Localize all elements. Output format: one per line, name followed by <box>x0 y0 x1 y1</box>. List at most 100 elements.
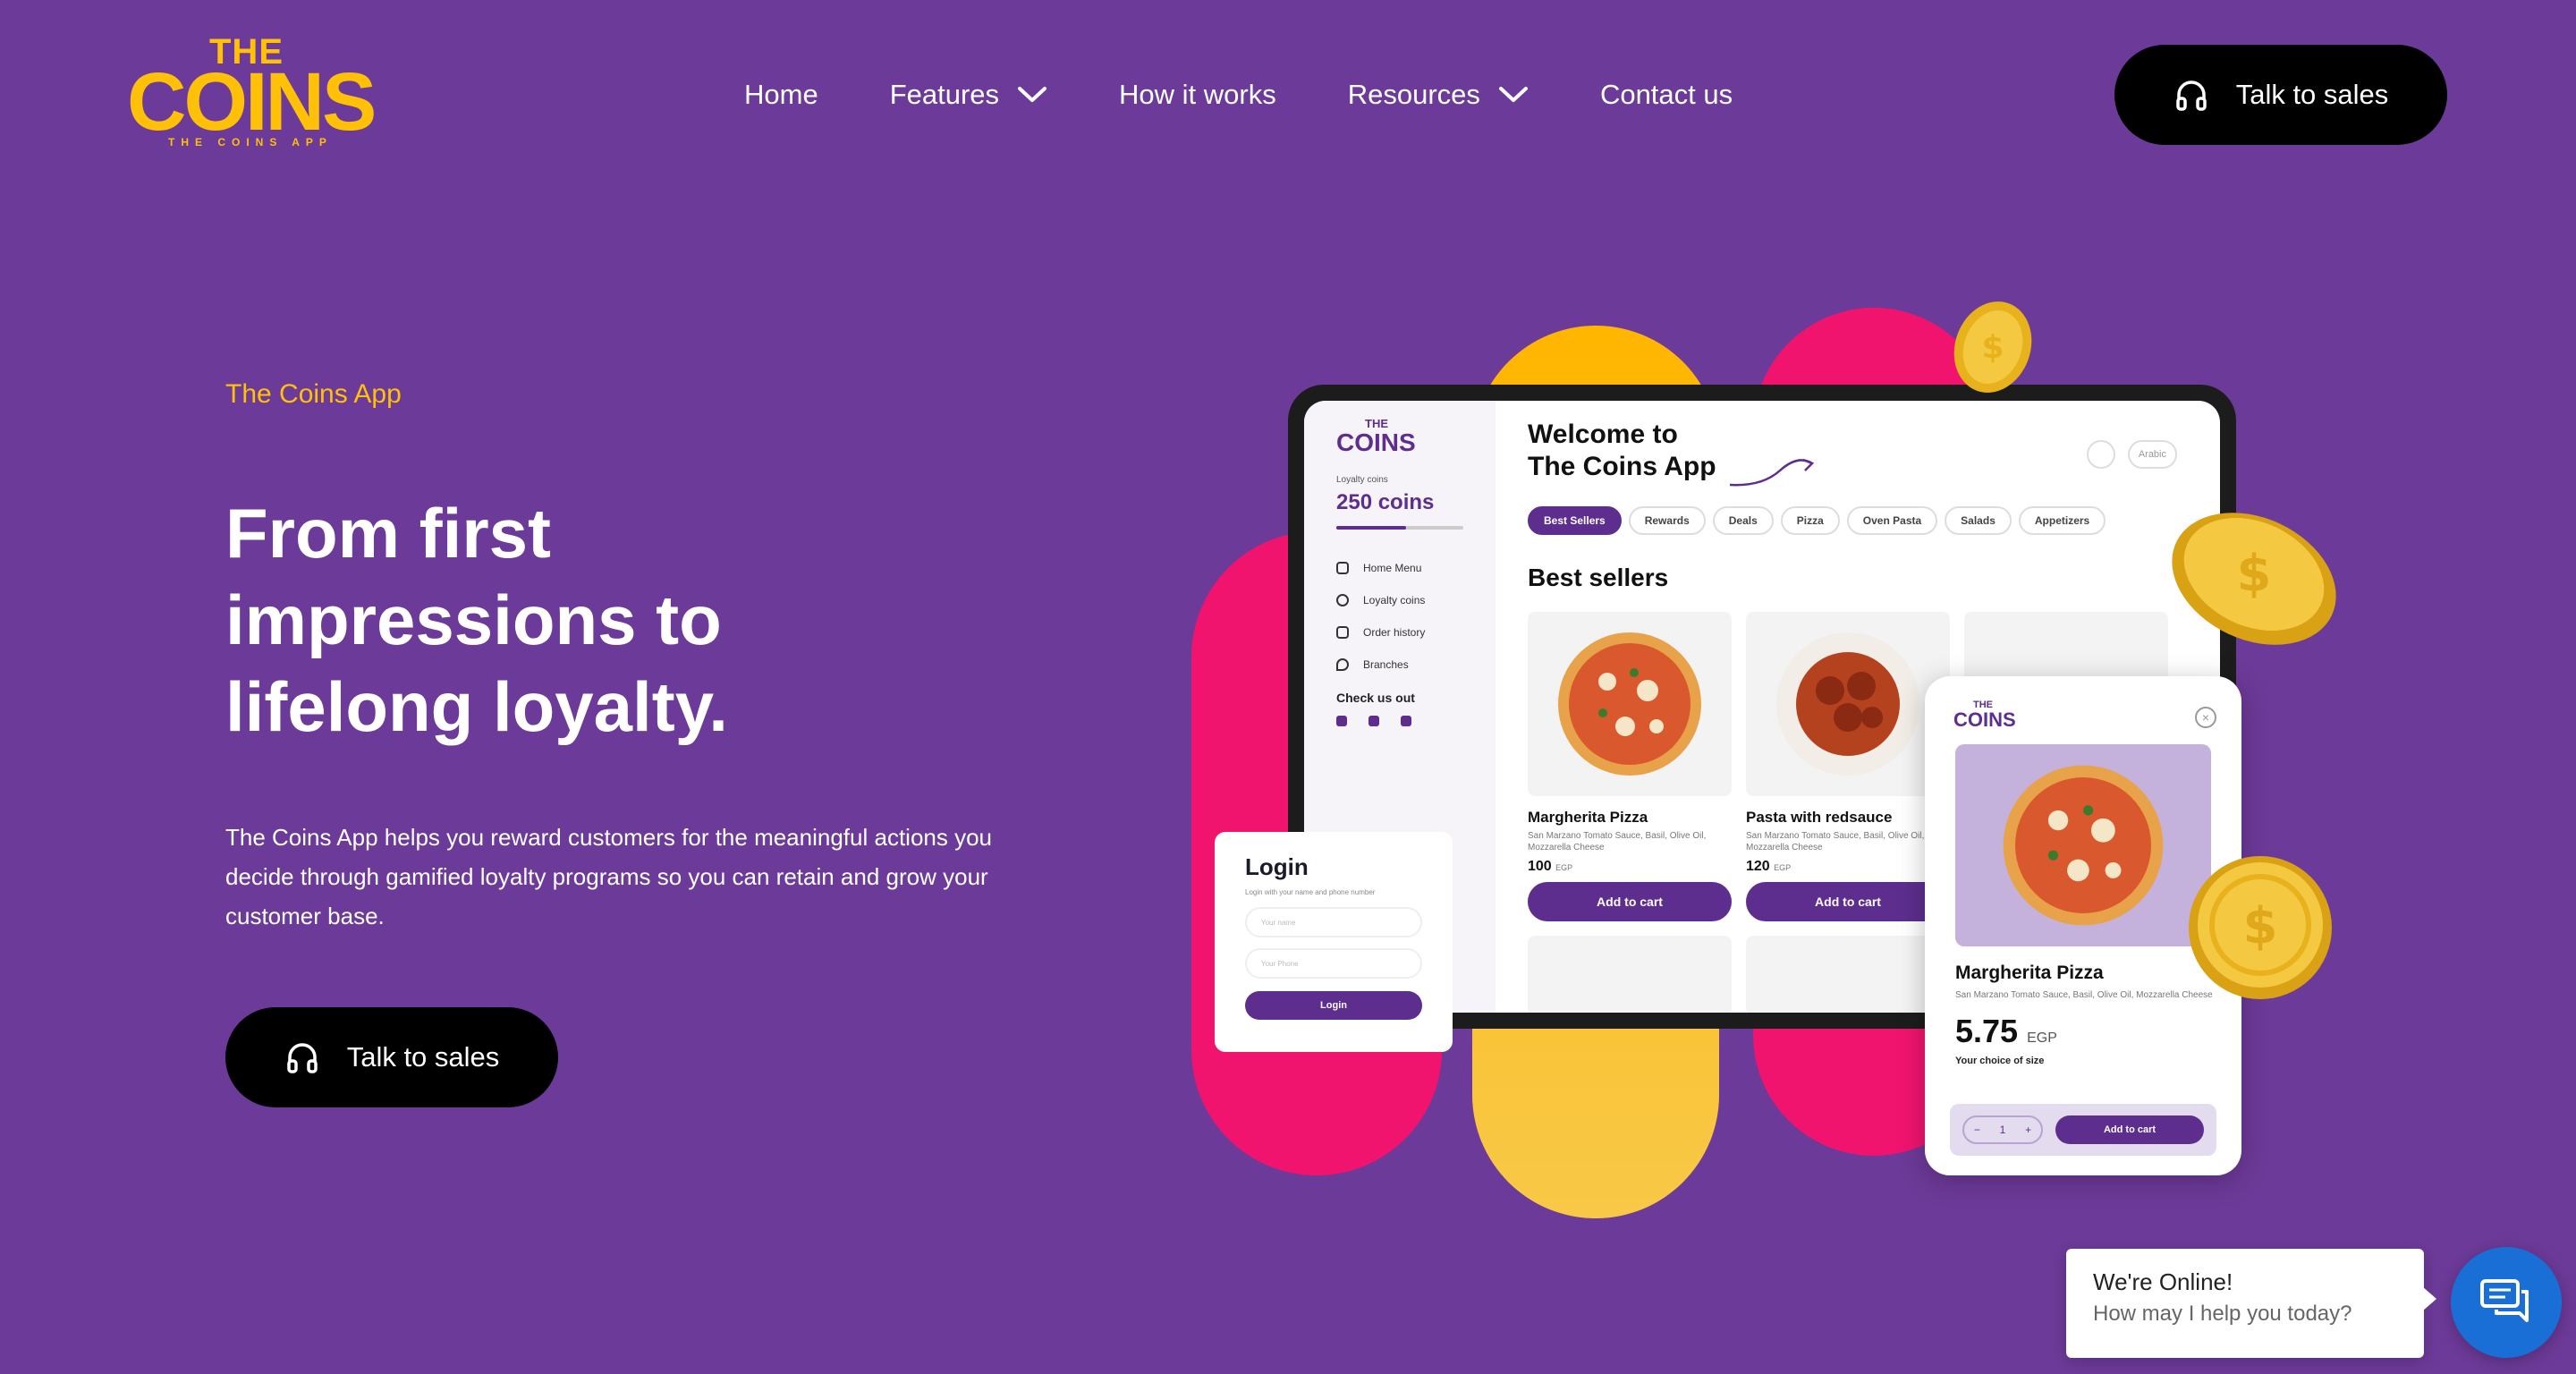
chevron-down-icon <box>1018 87 1047 102</box>
add-to-cart-button: Add to cart <box>1746 882 1950 921</box>
detail-actions: −1 + Add to cart <box>1950 1104 2216 1156</box>
chat-launcher-button[interactable] <box>2451 1247 2562 1358</box>
chip: Best Sellers <box>1528 506 1622 535</box>
login-subtitle: Login with your name and phone number <box>1245 888 1376 896</box>
chip: Appetizers <box>2018 506 2106 535</box>
instagram-icon <box>1368 716 1379 726</box>
hero-talk-to-sales-button[interactable]: Talk to sales <box>225 1007 558 1107</box>
mini-logo: COINS <box>1336 428 1416 456</box>
social-icons <box>1336 716 1463 726</box>
cart-icon <box>1336 626 1349 639</box>
headline-line: lifelong loyalty. <box>225 667 728 746</box>
price-value: 120 <box>1746 859 1770 874</box>
location-icon <box>1336 658 1349 671</box>
nav-item-resources[interactable]: Resources <box>1348 79 1529 111</box>
nav-item-features[interactable]: Features <box>890 79 1047 111</box>
pizza-image <box>1528 612 1732 796</box>
category-chips: Best Sellers Rewards Deals Pizza Oven Pa… <box>1528 506 2202 535</box>
add-to-cart-button: Add to cart <box>1528 882 1732 921</box>
nav-label: Features <box>889 79 1000 110</box>
button-label: Add to cart <box>1597 895 1663 909</box>
description-line: customer base. <box>225 903 385 929</box>
hero-eyebrow: The Coins App <box>225 379 402 409</box>
menu-item-branches: Branches <box>1336 658 1463 671</box>
nav-item-how-it-works[interactable]: How it works <box>1119 79 1276 111</box>
detail-logo: THE COINS <box>1953 700 2216 730</box>
chip: Rewards <box>1628 506 1706 535</box>
coins-progress-fill <box>1336 526 1407 530</box>
talk-to-sales-button[interactable]: Talk to sales <box>2114 45 2447 145</box>
product-card: Pasta with redsauce San Marzano Tomato S… <box>1746 612 1950 921</box>
chat-greeting-bubble[interactable]: We're Online! How may I help you today? <box>2066 1249 2436 1358</box>
button-label: Login <box>1320 1000 1347 1011</box>
tiktok-icon <box>1401 716 1411 726</box>
nav-item-contact-us[interactable]: Contact us <box>1600 79 1733 111</box>
product-price: 120 EGP <box>1746 859 1950 875</box>
menu-label: Order history <box>1363 626 1426 639</box>
price-currency: EGP <box>1555 863 1573 872</box>
app-menu: Home Menu Loyalty coins Order history Br… <box>1336 562 1463 671</box>
button-label: Talk to sales <box>346 1041 500 1073</box>
brand-logo[interactable]: THE COINS THE COINS APP <box>127 32 377 157</box>
product-name: Margherita Pizza <box>1528 809 1648 826</box>
language-label: Arabic <box>2138 449 2166 460</box>
svg-text:$: $ <box>2243 897 2278 955</box>
nav-label: Resources <box>1347 79 1480 110</box>
language-toggle: Arabic <box>2127 440 2177 469</box>
login-button: Login <box>1245 991 1422 1020</box>
headphones-icon <box>286 1043 318 1073</box>
chip: Pizza <box>1780 506 1840 535</box>
coin-icon <box>1336 594 1349 606</box>
main-nav: Home Features How it works Resources Con… <box>744 73 1804 116</box>
price-value: 100 <box>1528 859 1552 874</box>
detail-product-desc: San Marzano Tomato Sauce, Basil, Olive O… <box>1955 990 2213 1000</box>
home-icon <box>1336 562 1349 574</box>
price-currency: EGP <box>2027 1030 2057 1046</box>
chat-title: We're Online! <box>2093 1268 2233 1295</box>
coin-icon: $ <box>1953 301 2032 393</box>
pizza-image <box>1955 744 2211 946</box>
pizza-image <box>1528 936 1732 1013</box>
hero-headline: From first impressions to lifelong loyal… <box>225 490 1030 751</box>
nav-label: How it works <box>1119 79 1276 110</box>
chip: Salads <box>1945 506 2012 535</box>
name-field: Your name <box>1245 907 1422 937</box>
hero-description: The Coins App helps you reward customers… <box>225 818 995 936</box>
chevron-down-icon <box>1498 87 1528 102</box>
menu-item-orders: Order history <box>1336 626 1463 639</box>
menu-label: Home Menu <box>1363 562 1422 574</box>
pasta-image <box>1746 612 1950 796</box>
add-to-cart-button: Add to cart <box>2055 1115 2204 1144</box>
phone-field: Your Phone <box>1245 948 1422 979</box>
detail-logo-name: COINS <box>1953 708 2016 731</box>
button-label: Add to cart <box>2103 1124 2157 1135</box>
facebook-icon <box>1336 716 1347 726</box>
product-desc: San Marzano Tomato Sauce, Basil, Olive O… <box>1528 831 1707 852</box>
pizza-image <box>1746 936 1950 1013</box>
menu-item-loyalty: Loyalty coins <box>1336 594 1463 606</box>
description-line: The Coins App helps you reward customers… <box>225 824 993 851</box>
best-sellers-title: Best sellers <box>1528 564 1669 591</box>
cart-icon <box>2086 440 2115 469</box>
login-card-mockup: Login Login with your name and phone num… <box>1215 832 1453 1052</box>
nav-item-home[interactable]: Home <box>744 79 818 111</box>
chip: Deals <box>1712 506 1774 535</box>
coins-balance: 250 coins <box>1336 490 1435 514</box>
button-label: Talk to sales <box>2235 79 2389 110</box>
detail-product-name: Margherita Pizza <box>1955 963 2104 983</box>
chat-icon <box>2480 1279 2529 1322</box>
size-label: Your choice of size <box>1955 1056 2045 1066</box>
menu-label: Branches <box>1363 658 1409 671</box>
login-title: Login <box>1245 853 1309 880</box>
headline-line: From first <box>225 494 552 572</box>
app-top-icons: Arabic <box>2074 440 2177 469</box>
product-card <box>1746 936 1950 1013</box>
check-us-out: Check us out <box>1336 691 1415 705</box>
coin-icon: $ <box>2189 856 2332 999</box>
menu-label: Loyalty coins <box>1363 594 1426 606</box>
chip: Oven Pasta <box>1846 506 1938 535</box>
quantity-stepper: −1 + <box>1962 1115 2043 1144</box>
product-price: 100 EGP <box>1528 859 1732 875</box>
chat-subtitle: How may I help you today? <box>2093 1302 2352 1326</box>
product-card: Margherita Pizza San Marzano Tomato Sauc… <box>1528 612 1732 921</box>
